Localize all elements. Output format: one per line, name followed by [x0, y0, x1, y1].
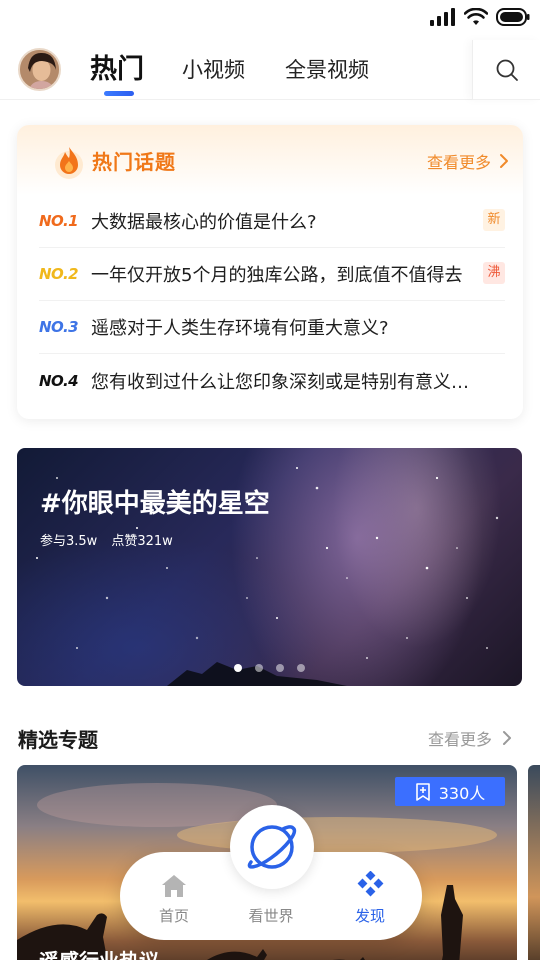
more-label: 查看更多 [427, 730, 492, 749]
nav-world-label: 看世界 [248, 907, 294, 925]
hot-topic-item-1[interactable]: NO.1 大数据最核心的价值是什么? 新 [39, 195, 505, 248]
new-badge: 新 [483, 209, 505, 231]
nav-discover-label: 发现 [354, 907, 385, 925]
hot-topic-item-2[interactable]: NO.2 一年仅开放5个月的独库公路，到底值不值得去 沸 [39, 248, 505, 301]
hot-topic-item-4[interactable]: NO.4 您有收到过什么让您印象深刻或是特别有意义的礼物 [39, 354, 505, 407]
wifi-icon [464, 8, 488, 25]
carousel-dot[interactable] [234, 664, 242, 672]
banner-title: #你眼中最美的星空 [40, 489, 270, 519]
likes-count: 点赞321w [111, 534, 173, 549]
next-featured-card-peek[interactable] [528, 765, 540, 960]
hot-topics-card: 热门话题 查看更多 NO.1 大数据最核心的价值是什么? 新 NO.2 一年仅开… [17, 125, 523, 419]
hot-topics-more-link[interactable]: 查看更多 [427, 149, 509, 173]
search-button[interactable] [472, 40, 540, 100]
featured-more-link[interactable]: 查看更多 [428, 726, 512, 750]
followers-count: 330人 [438, 783, 486, 803]
starry-sky-banner[interactable]: #你眼中最美的星空 参与3.5w 点赞321w [17, 448, 522, 686]
topic-text: 一年仅开放5个月的独库公路，到底值不值得去 [91, 265, 463, 286]
nav-home[interactable]: 首页 [134, 852, 214, 940]
topic-text: 大数据最核心的价值是什么? [91, 212, 317, 233]
discover-icon [357, 871, 384, 897]
flame-icon [55, 147, 83, 179]
tab-panorama-video[interactable]: 全景视频 [285, 40, 369, 100]
featured-section-title: 精选专题 [18, 728, 98, 752]
active-tab-indicator [104, 91, 134, 96]
chevron-right-icon [500, 154, 508, 168]
nav-world-button[interactable] [230, 805, 314, 889]
search-icon [496, 59, 518, 81]
nav-discover[interactable]: 发现 [330, 852, 410, 940]
featured-card-caption: 遥感行业热议 [39, 945, 159, 960]
signal-icon [430, 8, 455, 26]
tab-short-video[interactable]: 小视频 [182, 40, 245, 100]
carousel-indicator [17, 664, 522, 672]
nav-home-label: 首页 [158, 907, 189, 925]
top-nav: 热门 小视频 全景视频 [0, 40, 540, 100]
carousel-dot[interactable] [276, 664, 284, 672]
rank-label: NO.4 [39, 371, 79, 390]
home-icon [162, 875, 186, 897]
topic-text: 您有收到过什么让您印象深刻或是特别有意义的礼物 [91, 371, 471, 393]
trending-badge: 沸 [483, 262, 505, 284]
topic-text: 遥感对于人类生存环境有何重大意义? [91, 318, 389, 339]
hot-topic-item-3[interactable]: NO.3 遥感对于人类生存环境有何重大意义? [39, 301, 505, 354]
hot-topics-title: 热门话题 [92, 150, 176, 174]
battery-icon [496, 8, 530, 26]
banner-stats: 参与3.5w 点赞321w [40, 530, 173, 549]
status-icons [430, 8, 530, 26]
status-bar [0, 0, 540, 40]
avatar[interactable] [18, 48, 61, 91]
bookmark-add-icon [415, 782, 430, 801]
hot-topics-header: 热门话题 查看更多 [17, 125, 523, 195]
more-label: 查看更多 [426, 153, 491, 172]
carousel-dot[interactable] [255, 664, 263, 672]
followers-badge[interactable]: 330人 [395, 777, 505, 806]
rank-label: NO.3 [39, 318, 79, 336]
carousel-dot[interactable] [297, 664, 305, 672]
participants-count: 参与3.5w [40, 534, 98, 549]
planet-icon [247, 825, 297, 869]
chevron-right-icon [503, 731, 511, 745]
rank-label: NO.1 [39, 212, 79, 230]
hot-topics-list: NO.1 大数据最核心的价值是什么? 新 NO.2 一年仅开放5个月的独库公路，… [39, 195, 505, 407]
rank-label: NO.2 [39, 265, 79, 283]
